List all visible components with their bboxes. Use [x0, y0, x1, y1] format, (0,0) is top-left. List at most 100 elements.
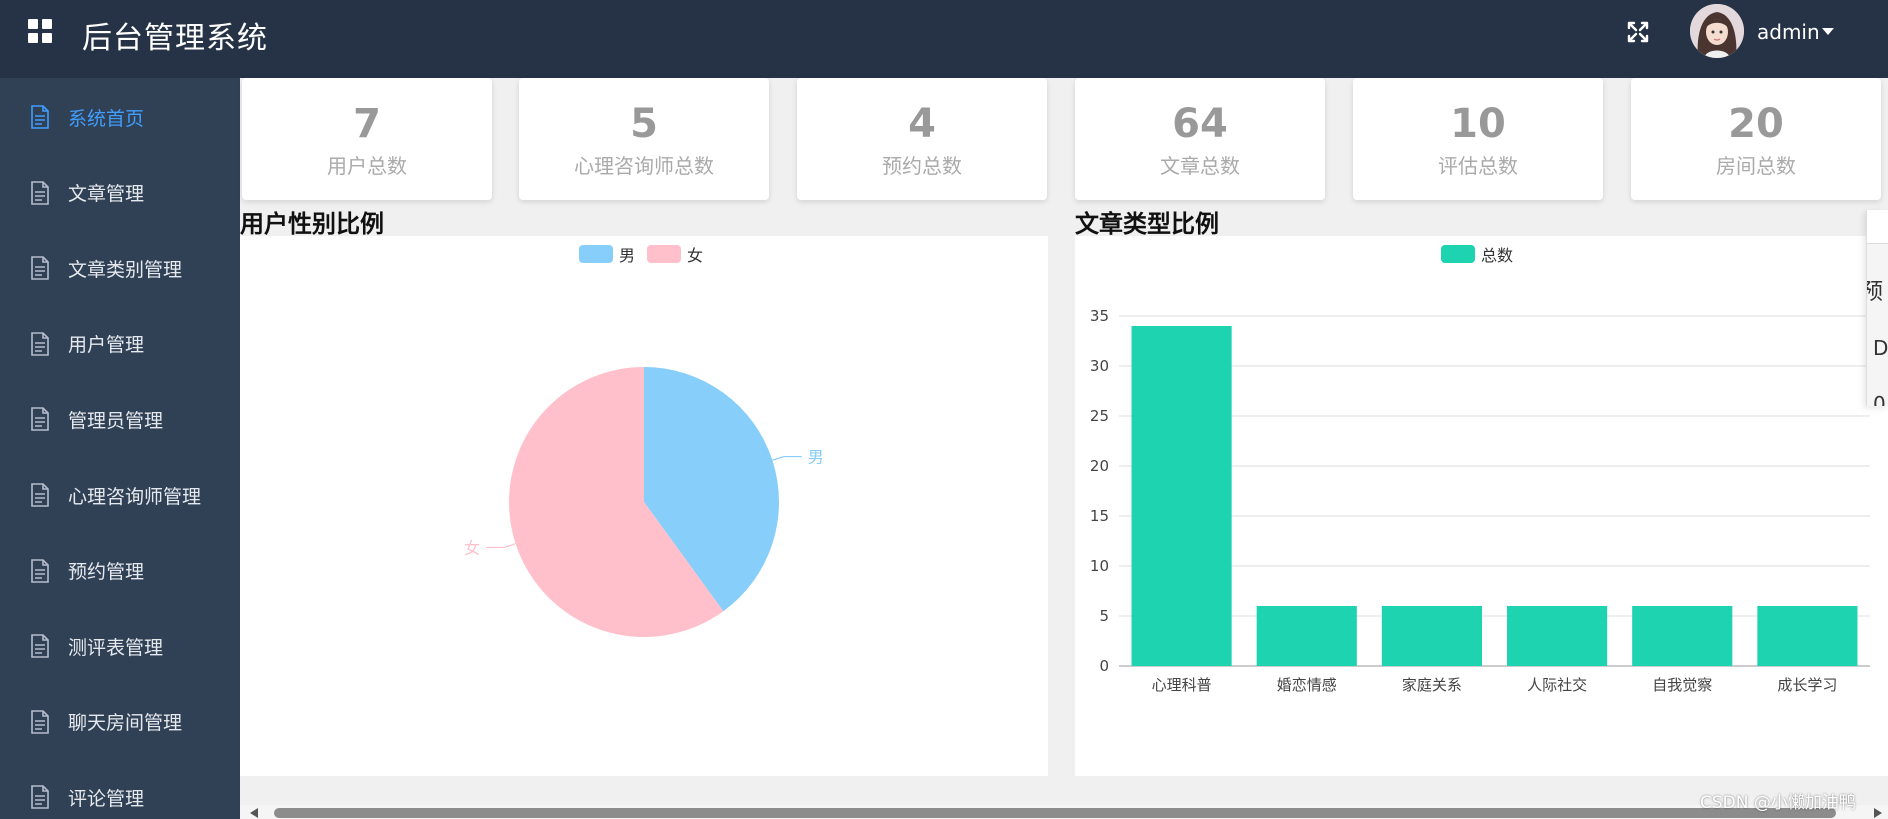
- x-tick-label: 家庭关系: [1402, 676, 1462, 694]
- app-title: 后台管理系统: [82, 21, 268, 56]
- sidebar-item-label: 聊天房间管理: [68, 712, 183, 735]
- legend-swatch-total: [1441, 245, 1475, 263]
- top-header: 后台管理系统 admin: [0, 0, 1888, 78]
- stat-card-counselors: 5 心理咨询师总数: [519, 78, 769, 200]
- side-floating-panel: 预 D 0: [1866, 210, 1888, 406]
- watermark: CSDN @小懒加油鸭: [1700, 793, 1856, 813]
- x-tick-label: 人际社交: [1527, 676, 1587, 694]
- document-icon: [31, 634, 49, 658]
- sidebar-item[interactable]: 文章管理: [0, 163, 240, 223]
- pie-label-0: 男: [808, 448, 824, 467]
- gender-chart-title: 用户性别比例: [240, 210, 384, 238]
- stat-label: 评估总数: [1438, 154, 1518, 178]
- stat-card-rooms: 20 房间总数: [1631, 78, 1881, 200]
- stat-card-assessments: 10 评估总数: [1353, 78, 1603, 200]
- bar-0[interactable]: [1131, 326, 1232, 666]
- bar-1[interactable]: [1256, 606, 1357, 666]
- sidebar-item-label: 心理咨询师管理: [68, 485, 202, 508]
- avatar-image: [1690, 4, 1744, 58]
- stat-value: 64: [1172, 101, 1228, 147]
- stat-label: 房间总数: [1716, 154, 1796, 178]
- side-panel-text-2: D: [1873, 336, 1888, 360]
- y-tick-label: 30: [1090, 357, 1109, 375]
- stat-value: 7: [353, 101, 381, 147]
- sidebar-item[interactable]: 用户管理: [0, 314, 240, 374]
- avatar[interactable]: [1690, 4, 1744, 58]
- caret-down-icon[interactable]: [1822, 28, 1834, 35]
- sidebar-item[interactable]: 聊天房间管理: [0, 692, 240, 752]
- sidebar: 系统首页文章管理文章类别管理用户管理管理员管理心理咨询师管理 预约管理测评表管理聊…: [0, 78, 240, 819]
- scroll-left-arrow-icon[interactable]: [250, 808, 258, 818]
- scroll-right-arrow-icon[interactable]: [1874, 808, 1882, 818]
- document-icon: [31, 709, 49, 734]
- legend-item-female[interactable]: 女: [647, 242, 703, 266]
- stat-label: 文章总数: [1160, 154, 1240, 178]
- sidebar-item-label: 文章管理: [68, 183, 145, 206]
- pie-label-1: 女: [464, 538, 480, 557]
- stat-label: 预约总数: [882, 154, 962, 178]
- y-tick-label: 15: [1090, 507, 1109, 525]
- document-icon: [31, 785, 49, 810]
- stat-label: 心理咨询师总数: [574, 154, 714, 178]
- bar-5[interactable]: [1757, 606, 1858, 666]
- stat-value: 4: [908, 101, 936, 147]
- x-tick-label: 自我觉察: [1652, 676, 1712, 694]
- legend-swatch-male: [579, 245, 613, 263]
- sidebar-item[interactable]: 预约管理: [0, 541, 240, 601]
- stat-card-appointments: 4 预约总数: [797, 78, 1047, 200]
- stat-label: 用户总数: [327, 154, 407, 178]
- bar-2[interactable]: [1381, 606, 1482, 666]
- document-icon: [31, 256, 49, 280]
- legend-item-total[interactable]: 总数: [1441, 242, 1513, 266]
- document-icon: [31, 483, 49, 507]
- article-chart-panel: 总数 0 5 10 15 20 25 30 35 心理科普 婚恋情感 家庭关系 人际社交 自我觉察 成长学…: [1075, 236, 1888, 776]
- sidebar-item-label: 预约管理: [68, 561, 145, 584]
- sidebar-item-label: 系统首页: [68, 107, 145, 130]
- y-tick-label: 25: [1090, 407, 1109, 425]
- article-legend: 总数: [1441, 242, 1525, 266]
- article-bar-chart: 0 5 10 15 20 25 30 35 心理科普 婚恋情感 家庭关系 人际社交 自我觉察 成长学习: [1090, 307, 1870, 694]
- side-panel-header: [1867, 210, 1888, 244]
- sidebar-item-label: 评论管理: [68, 787, 145, 810]
- document-icon: [31, 105, 49, 129]
- sidebar-item[interactable]: 管理员管理: [0, 389, 240, 449]
- article-chart-title: 文章类型比例: [1075, 210, 1219, 238]
- sidebar-item[interactable]: 评论管理: [0, 767, 240, 819]
- grid-icon[interactable]: [28, 19, 52, 43]
- sidebar-item[interactable]: 测评表管理: [0, 616, 240, 676]
- bar-3[interactable]: [1507, 606, 1608, 666]
- document-icon: [31, 331, 49, 356]
- legend-label-total: 总数: [1481, 246, 1514, 265]
- sidebar-item[interactable]: 文章类别管理: [0, 238, 240, 298]
- bar-4[interactable]: [1632, 606, 1733, 666]
- gender-chart-panel: 男 女 男女: [240, 236, 1048, 776]
- y-tick-label: 35: [1090, 307, 1109, 325]
- user-name[interactable]: admin: [1757, 20, 1820, 44]
- stat-value: 10: [1450, 101, 1506, 147]
- x-tick-label: 成长学习: [1777, 676, 1837, 694]
- y-tick-label: 10: [1090, 557, 1109, 575]
- legend-item-male[interactable]: 男: [579, 242, 635, 266]
- stat-card-users: 7 用户总数: [242, 78, 492, 200]
- x-tick-label: 心理科普: [1152, 676, 1212, 694]
- gender-pie-chart: 男女: [464, 367, 824, 637]
- fullscreen-icon[interactable]: [1626, 20, 1650, 44]
- y-tick-label: 5: [1099, 607, 1109, 625]
- side-panel-text-3: 0: [1873, 392, 1886, 406]
- y-tick-label: 0: [1099, 657, 1109, 675]
- legend-label-male: 男: [619, 246, 636, 265]
- gender-legend: 男 女: [579, 242, 715, 266]
- sidebar-item-label: 测评表管理: [68, 636, 164, 659]
- horizontal-scrollbar[interactable]: [240, 805, 1888, 819]
- scrollbar-thumb[interactable]: [274, 808, 1836, 818]
- pie-label-line-0: [772, 455, 802, 461]
- sidebar-item[interactable]: 心理咨询师管理: [0, 465, 240, 525]
- document-icon: [31, 558, 49, 583]
- sidebar-item-label: 用户管理: [68, 334, 145, 357]
- sidebar-item[interactable]: 系统首页: [0, 87, 240, 147]
- legend-swatch-female: [647, 245, 682, 263]
- document-icon: [31, 180, 49, 205]
- side-panel-text-1: 预: [1867, 274, 1883, 306]
- stat-value: 5: [630, 101, 658, 147]
- document-icon: [31, 407, 49, 432]
